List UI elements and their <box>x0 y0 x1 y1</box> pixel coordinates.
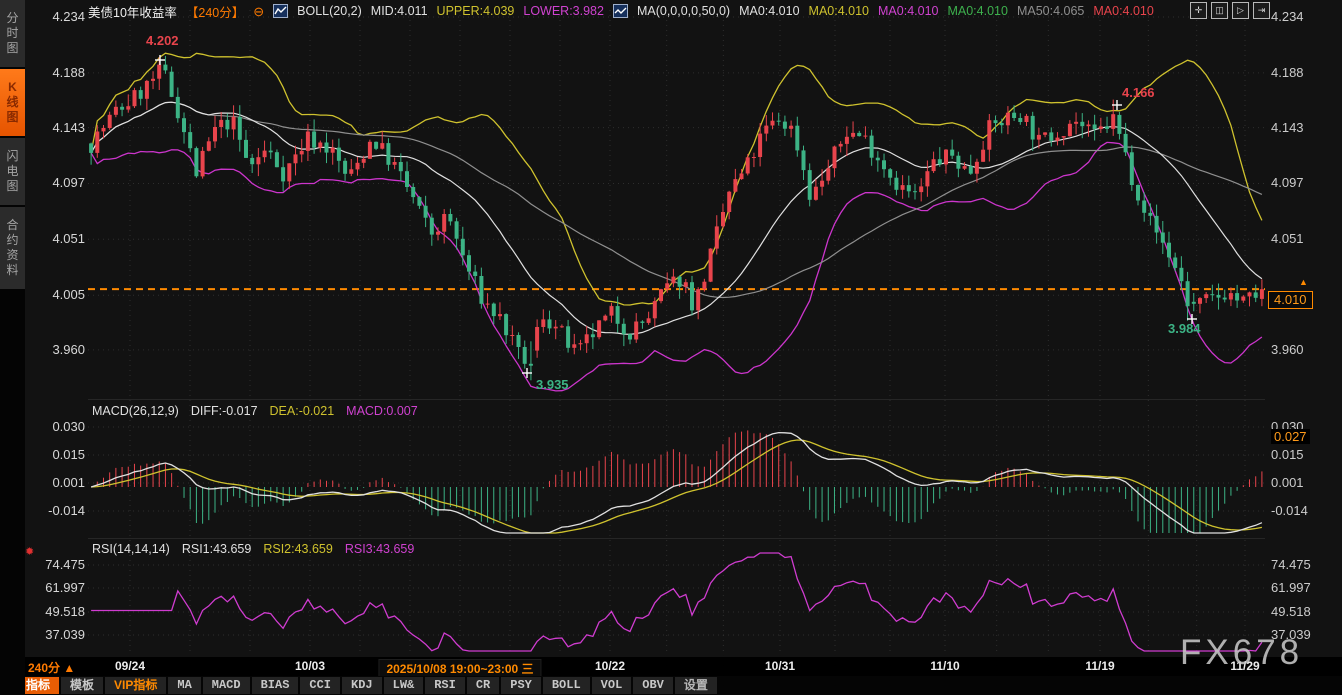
axis-label: 4.097 <box>1271 175 1335 190</box>
axis-label: 3.960 <box>1271 342 1335 357</box>
current-price-badge: 4.010 <box>1268 291 1313 309</box>
axis-label: 49.518 <box>28 604 85 619</box>
axis-label: 3.960 <box>28 342 85 357</box>
toolbar-button-模板[interactable]: 模板 <box>61 677 103 694</box>
macd-current-badge: 0.027 <box>1271 429 1310 444</box>
toolbar-button-KDJ[interactable]: KDJ <box>342 677 382 694</box>
macd-dea-value: DEA:-0.021 <box>270 404 335 418</box>
sidebar-item-contract-info[interactable]: 合约资料 <box>0 207 25 289</box>
toolbar-button-BIAS[interactable]: BIAS <box>252 677 299 694</box>
ma-indicator-icon[interactable] <box>613 4 628 18</box>
x-tick-label: 09/24 <box>115 659 145 673</box>
macd-macd-value: MACD:0.007 <box>346 404 418 418</box>
toolbar-button-CCI[interactable]: CCI <box>300 677 340 694</box>
axis-label: 4.188 <box>28 65 85 80</box>
ma-value: MA0:4.010 <box>739 4 799 18</box>
axis-label: 4.051 <box>28 231 85 246</box>
sidebar-item-time-chart[interactable]: 分时图 <box>0 0 25 67</box>
rsi-header: RSI(14,14,14) RSI1:43.659 RSI2:43.659 RS… <box>92 542 414 556</box>
price-extreme-label: 4.202 <box>146 33 179 48</box>
macd-header: MACD(26,12,9) DIFF:-0.017 DEA:-0.021 MAC… <box>92 404 418 418</box>
macd-diff-value: DIFF:-0.017 <box>191 404 258 418</box>
macd-params: MACD(26,12,9) <box>92 404 179 418</box>
axis-label: 4.234 <box>1271 9 1335 24</box>
collapse-icon[interactable]: ⊖ <box>253 5 264 18</box>
rsi-params: RSI(14,14,14) <box>92 542 170 556</box>
window-buttons: ✛◫▷⇥ <box>1190 2 1270 19</box>
sidebar-item-kline-chart[interactable]: K线图 <box>0 69 25 136</box>
axis-label: 0.015 <box>1271 447 1335 462</box>
toolbar-button-RSI[interactable]: RSI <box>425 677 465 694</box>
axis-label: 4.143 <box>28 120 85 135</box>
chart-canvas[interactable] <box>88 0 1265 657</box>
toolbar-button-MACD[interactable]: MACD <box>203 677 250 694</box>
period-selector[interactable]: 240分 ▲ <box>28 659 75 676</box>
ma-value: MA50:4.065 <box>1017 4 1084 18</box>
watermark: FX678 <box>1180 633 1303 673</box>
price-extreme-label: 4.166 <box>1122 85 1155 100</box>
x-tick-label: 10/03 <box>295 659 325 673</box>
x-tick-label: 10/31 <box>765 659 795 673</box>
trading-terminal: 分时图K线图闪电图合约资料 美债10年收益率 【240分】 ⊖ BOLL(20,… <box>0 0 1342 695</box>
axis-label: 4.143 <box>1271 120 1335 135</box>
instrument-title: 美债10年收益率 <box>88 2 177 21</box>
axis-label: 0.001 <box>28 475 85 490</box>
price-extreme-label: 3.984 <box>1168 321 1201 336</box>
x-tick-label: 10/22 <box>595 659 625 673</box>
toolbar-button-CR[interactable]: CR <box>467 677 499 694</box>
ma-value: MA0:4.010 <box>878 4 938 18</box>
rsi3-value: RSI3:43.659 <box>345 542 415 556</box>
price-extreme-label: 3.935 <box>536 377 569 392</box>
pan-crosshair-icon[interactable]: ✛ <box>1190 2 1207 19</box>
ma-value: MA0:4.010 <box>947 4 1007 18</box>
toolbar-button-OBV[interactable]: OBV <box>633 677 673 694</box>
boll-lower-value: LOWER:3.982 <box>523 4 604 18</box>
axis-label: 4.097 <box>28 175 85 190</box>
axis-label: -0.014 <box>1271 503 1335 518</box>
ma-values: MA0:4.010 MA0:4.010 MA0:4.010 MA0:4.010 MA50… <box>739 4 1154 18</box>
rsi2-value: RSI2:43.659 <box>263 542 333 556</box>
time-axis: 240分 ▲ 09/2410/032025/10/08 19:00~23:00 … <box>0 657 1342 676</box>
boll-indicator-icon[interactable] <box>273 4 288 18</box>
axis-label: 4.188 <box>1271 65 1335 80</box>
ma-label: MA(0,0,0,0,50,0) <box>637 4 730 18</box>
axis-label: 61.997 <box>28 580 85 595</box>
axis-label: 4.005 <box>28 287 85 302</box>
axis-label: 4.234 <box>28 9 85 24</box>
toolbar-button-MA[interactable]: MA <box>168 677 200 694</box>
boll-mid-value: MID:4.011 <box>371 4 428 18</box>
axis-label: 0.015 <box>28 447 85 462</box>
toolbar-button-设置[interactable]: 设置 <box>675 677 717 694</box>
exit-fullscreen-icon[interactable]: ⇥ <box>1253 2 1270 19</box>
x-tick-label: 11/19 <box>1085 659 1114 673</box>
axis-label: 0.001 <box>1271 475 1335 490</box>
ma-value: MA0:4.010 <box>809 4 869 18</box>
axis-label: 37.039 <box>28 627 85 642</box>
period-badge[interactable]: 【240分】 <box>186 2 244 21</box>
axis-label: 49.518 <box>1271 604 1335 619</box>
indicator-toolbar: 指标模板VIP指标MAMACDBIASCCIKDJLW&RSICRPSYBOLL… <box>0 676 1342 695</box>
sidebar: 分时图K线图闪电图合约资料 <box>0 0 25 695</box>
axis-label: 0.030 <box>28 419 85 434</box>
toolbar-button-VIP指标[interactable]: VIP指标 <box>105 677 166 694</box>
ma-value: MA0:4.010 <box>1093 4 1153 18</box>
sidebar-item-flash-chart[interactable]: 闪电图 <box>0 138 25 205</box>
axis-label: 74.475 <box>1271 557 1335 572</box>
axis-label: -0.014 <box>28 503 85 518</box>
boll-upper-value: UPPER:4.039 <box>437 4 515 18</box>
left-axis-chart-icon[interactable]: ◫ <box>1211 2 1228 19</box>
price-up-arrow-icon: ▲ <box>1299 277 1308 287</box>
chart-legend-bar: 美债10年收益率 【240分】 ⊖ BOLL(20,2) MID:4.011 U… <box>88 3 1154 19</box>
rsi1-value: RSI1:43.659 <box>182 542 252 556</box>
axis-label: 61.997 <box>1271 580 1335 595</box>
toolbar-button-LW&[interactable]: LW& <box>384 677 424 694</box>
axis-label: 4.051 <box>1271 231 1335 246</box>
boll-label: BOLL(20,2) <box>297 4 362 18</box>
playback-chart-icon[interactable]: ▷ <box>1232 2 1249 19</box>
toolbar-button-VOL[interactable]: VOL <box>592 677 632 694</box>
axis-label: 74.475 <box>28 557 85 572</box>
toolbar-button-BOLL[interactable]: BOLL <box>543 677 590 694</box>
toolbar-button-PSY[interactable]: PSY <box>501 677 541 694</box>
x-tick-label: 11/10 <box>930 659 959 673</box>
